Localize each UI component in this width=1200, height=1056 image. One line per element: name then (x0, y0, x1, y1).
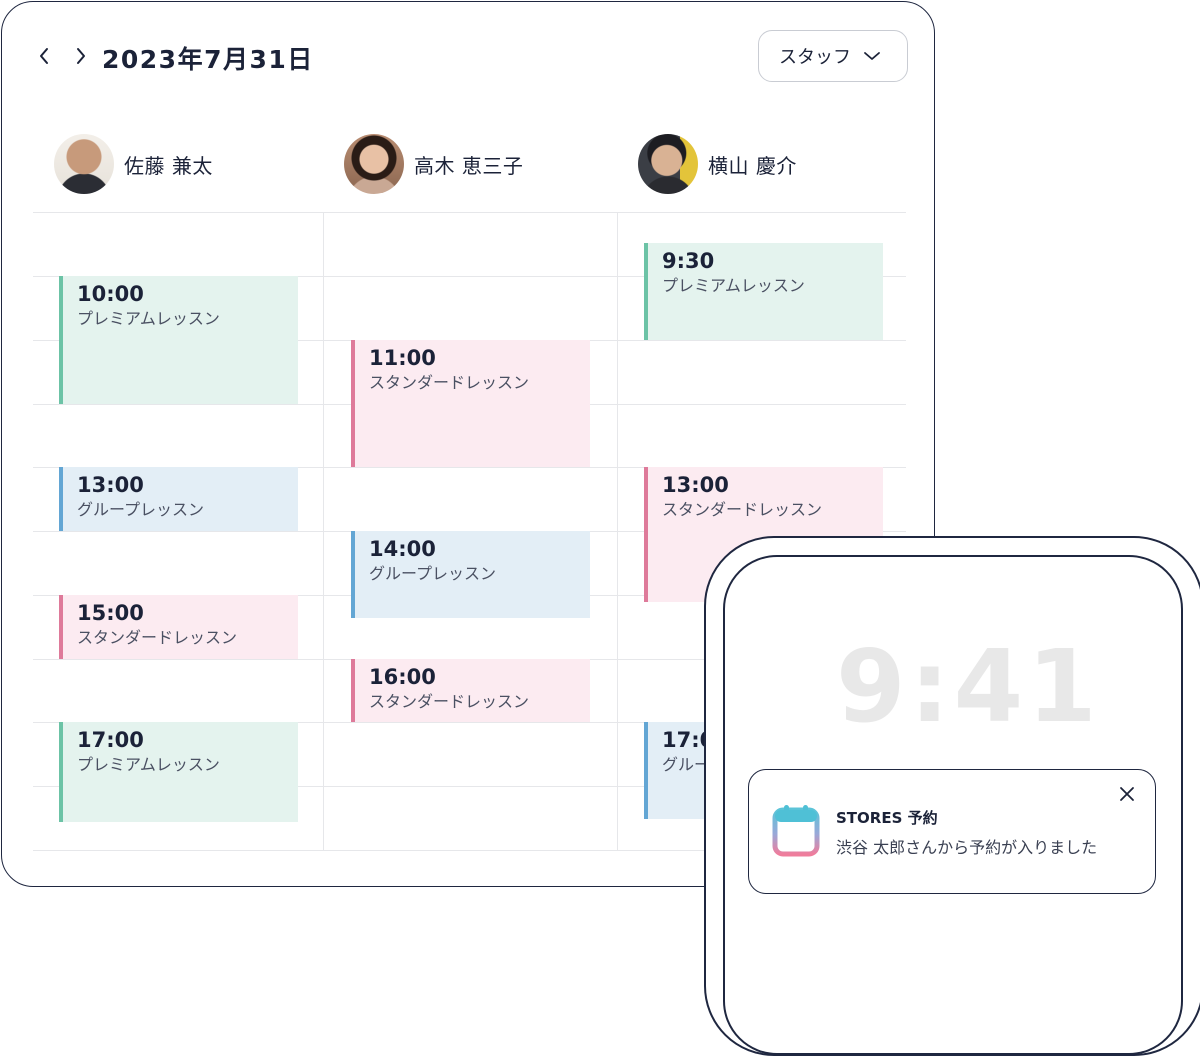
chevron-right-icon (77, 48, 85, 64)
appointment-block[interactable]: 16:00 スタンダードレッスン (351, 659, 590, 722)
notification-app-name: STORES 予約 (836, 809, 938, 827)
column-divider (323, 212, 324, 850)
appointment-title: プレミアムレッスン (77, 309, 220, 328)
push-notification[interactable]: STORES 予約 渋谷 太郎さんから予約が入りました (748, 769, 1156, 894)
avatar (344, 134, 404, 194)
prev-day-button[interactable] (33, 42, 55, 70)
appointment-block[interactable]: 9:30 プレミアムレッスン (644, 243, 883, 340)
page-title: 2023年7月31日 (102, 45, 314, 74)
appointment-title: スタンダードレッスン (662, 500, 823, 519)
staff-filter-label: スタッフ (779, 47, 851, 68)
appointment-block[interactable]: 10:00 プレミアムレッスン (59, 276, 298, 404)
staff-column-header: 佐藤 兼太 (54, 134, 213, 194)
staff-name: 佐藤 兼太 (124, 153, 213, 178)
appointment-block[interactable]: 14:00 グループレッスン (351, 531, 590, 618)
staff-name: 高木 恵三子 (414, 153, 524, 178)
next-day-button[interactable] (70, 42, 92, 70)
chevron-down-icon (864, 52, 880, 60)
appointment-title: グループレッスン (369, 564, 497, 583)
appointment-block[interactable]: 15:00 スタンダードレッスン (59, 595, 298, 659)
appointment-time: 16:00 (369, 665, 436, 689)
appointment-title: スタンダードレッスン (77, 628, 238, 647)
close-icon[interactable] (1117, 784, 1137, 804)
appointment-time: 11:00 (369, 346, 436, 370)
appointment-time: 9:30 (662, 249, 715, 273)
avatar (54, 134, 114, 194)
appointment-title: スタンダードレッスン (369, 373, 530, 392)
staff-column-header: 高木 恵三子 (344, 134, 523, 194)
staff-filter-dropdown[interactable]: スタッフ (758, 30, 908, 82)
appointment-time: 13:00 (662, 473, 729, 497)
staff-column-header: 横山 慶介 (638, 134, 797, 194)
appointment-time: 13:00 (77, 473, 144, 497)
column-divider (617, 212, 618, 850)
appointment-block[interactable]: 11:00 スタンダードレッスン (351, 340, 590, 467)
appointment-time: 14:00 (369, 537, 436, 561)
chevron-left-icon (40, 48, 48, 64)
grid-line (33, 212, 906, 213)
appointment-title: プレミアムレッスン (77, 755, 220, 774)
staff-name: 横山 慶介 (708, 153, 797, 178)
appointment-time: 15:00 (77, 601, 144, 625)
notification-message: 渋谷 太郎さんから予約が入りました (836, 838, 1098, 857)
appointment-title: スタンダードレッスン (369, 692, 530, 711)
appointment-time: 10:00 (77, 282, 144, 306)
appointment-block[interactable]: 13:00 グループレッスン (59, 467, 298, 531)
appointment-time: 17:00 (77, 728, 144, 752)
avatar (638, 134, 698, 194)
appointment-title: プレミアムレッスン (662, 276, 805, 295)
calendar-icon (772, 805, 820, 857)
appointment-title: グループレッスン (77, 500, 205, 519)
appointment-block[interactable]: 17:00 プレミアムレッスン (59, 722, 298, 822)
lock-screen-clock: 9:41 (836, 628, 1101, 745)
